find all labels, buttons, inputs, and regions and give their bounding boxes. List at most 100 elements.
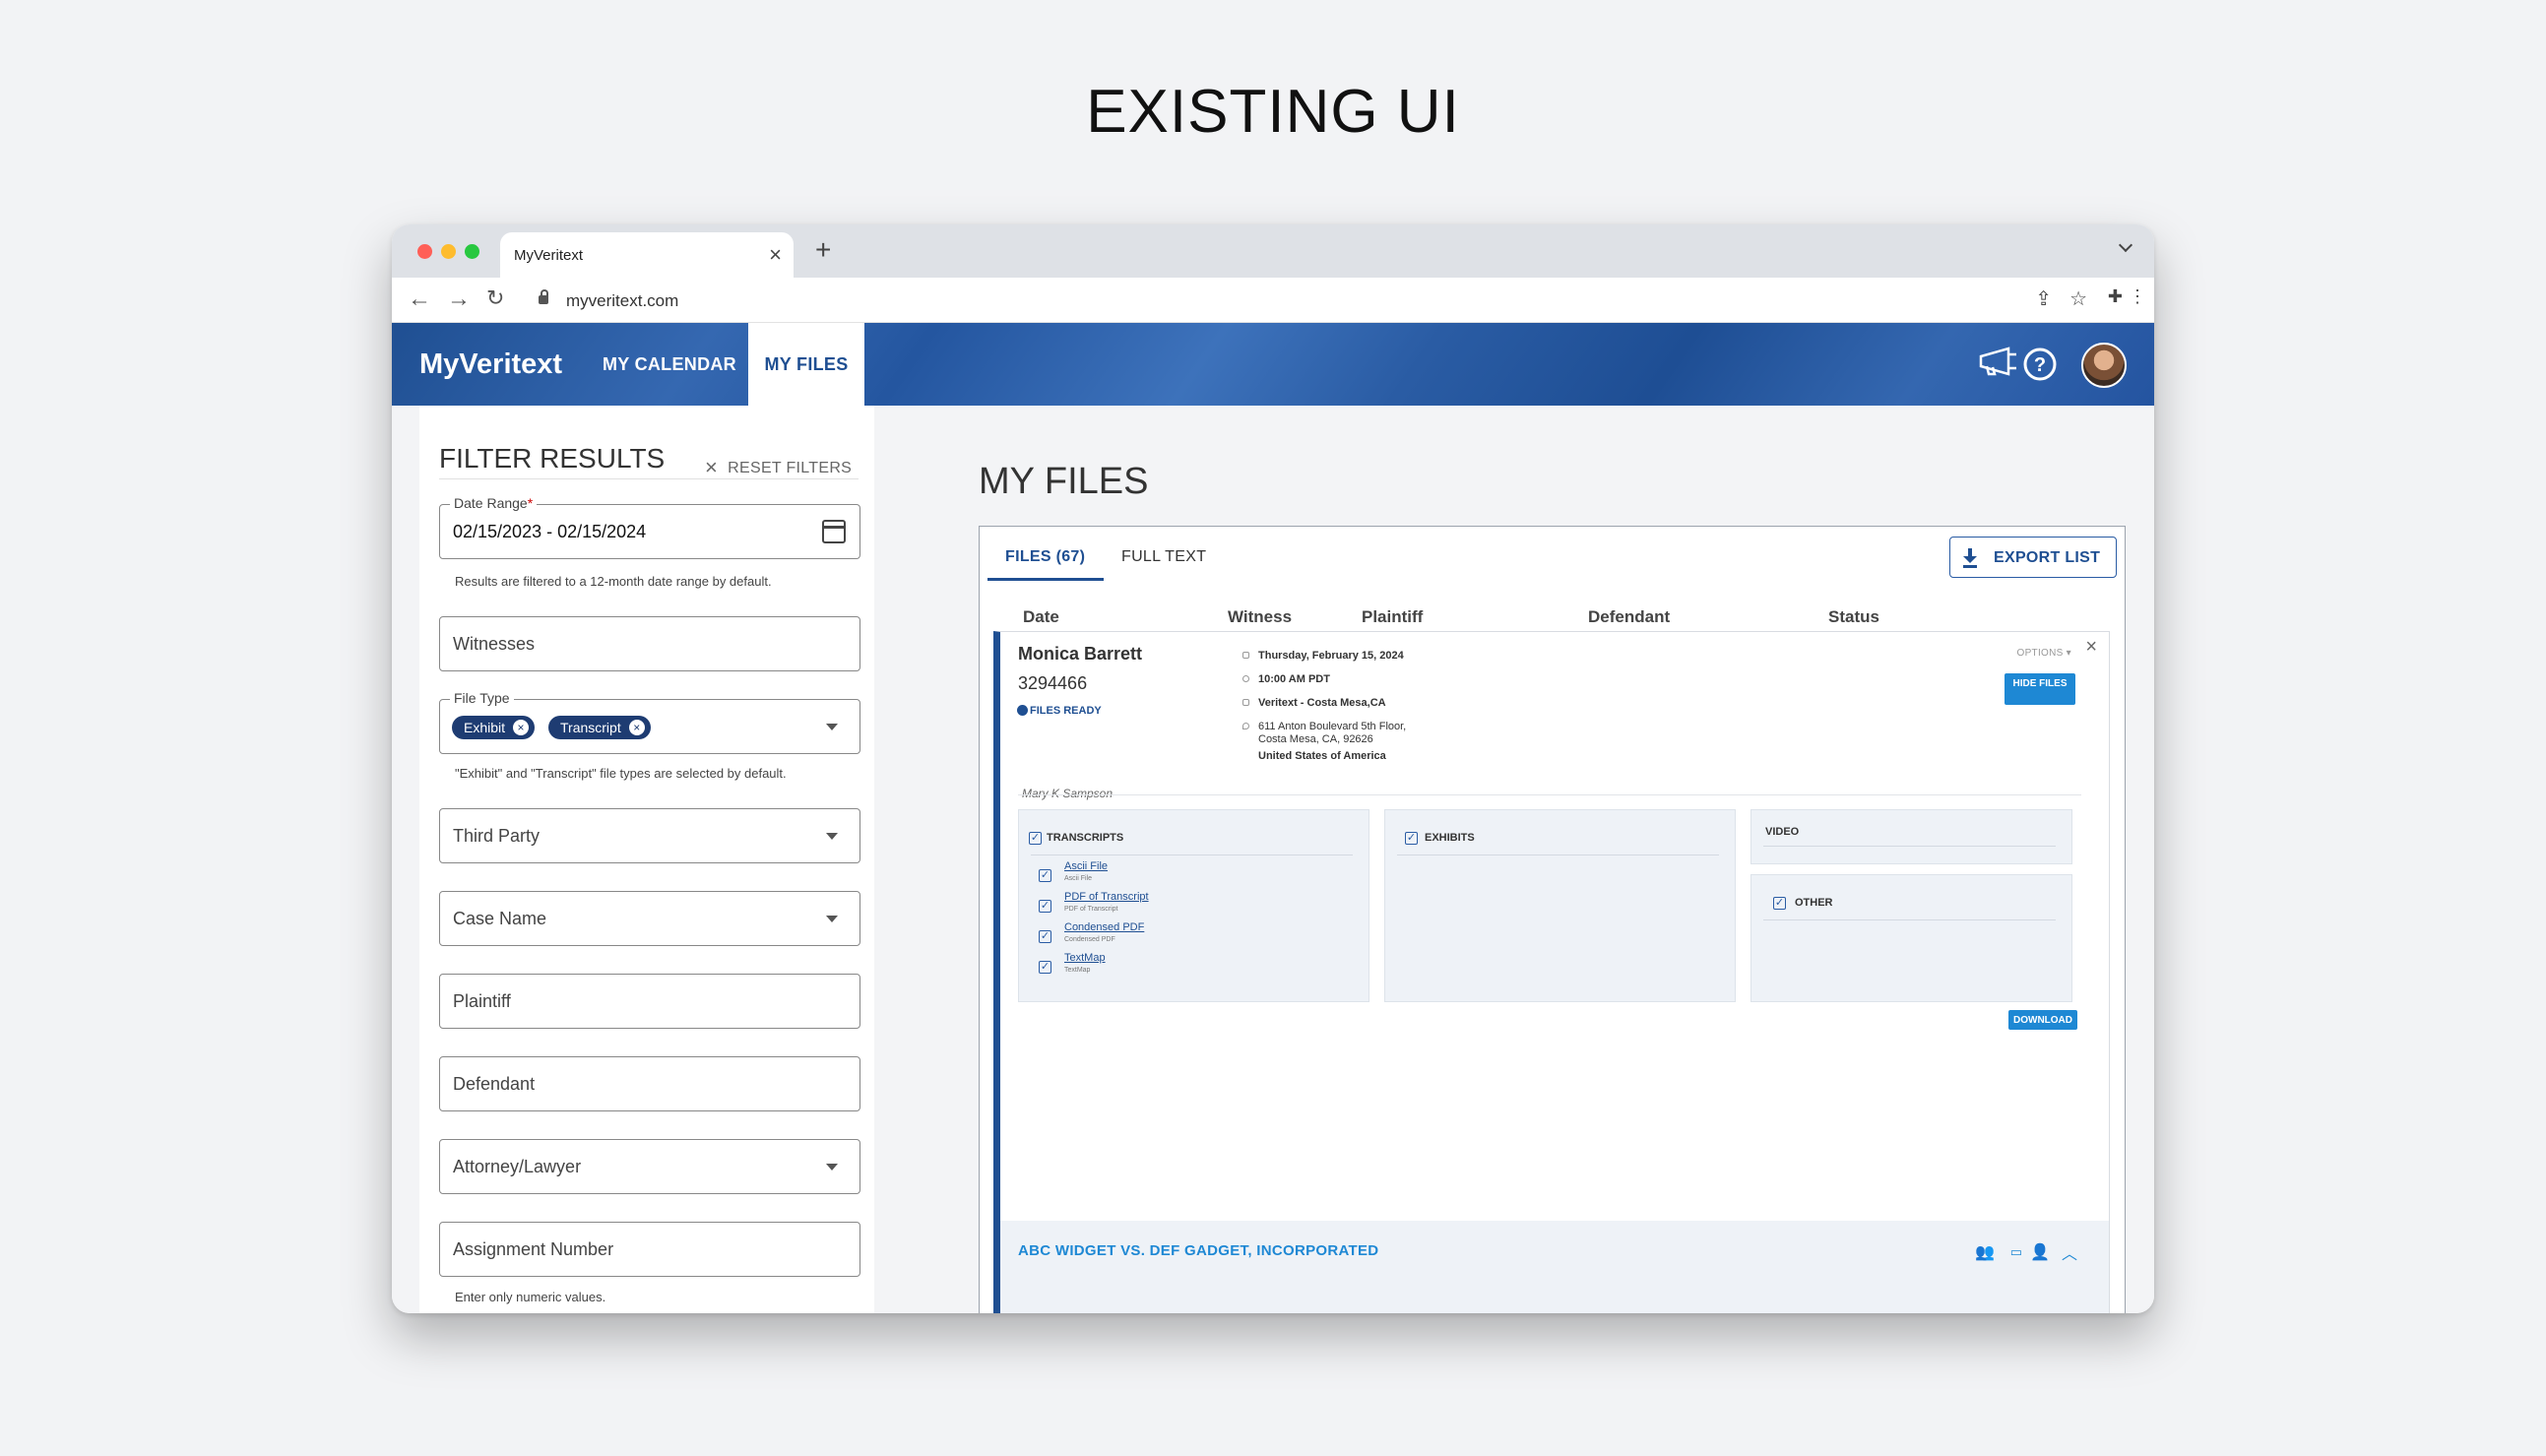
column-header-status[interactable]: Status bbox=[1828, 607, 1879, 627]
checkbox-ascii-file[interactable]: ✓ bbox=[1039, 869, 1051, 882]
record-number: 3294466 bbox=[1018, 673, 1088, 693]
file-sub-ascii: Ascii File bbox=[1064, 875, 1093, 882]
tab-search-chevron-icon[interactable] bbox=[2118, 237, 2133, 253]
download-button[interactable]: DOWNLOAD bbox=[2008, 1010, 2077, 1030]
box-divider bbox=[1763, 846, 2056, 847]
chip-remove-icon[interactable]: × bbox=[513, 720, 530, 735]
app-header: MyVeritext MY CALENDAR MY FILES ? bbox=[392, 323, 2154, 406]
filter-panel: FILTER RESULTS × RESET FILTERS Date Range… bbox=[419, 406, 874, 1313]
checkbox-other[interactable]: ✓ bbox=[1773, 897, 1786, 910]
tab-files[interactable]: FILES (67) bbox=[1005, 548, 1085, 566]
checkbox-pdf-transcript[interactable]: ✓ bbox=[1039, 900, 1051, 913]
nav-my-files[interactable]: MY FILES bbox=[748, 323, 864, 406]
page-heading: EXISTING UI bbox=[1086, 78, 1460, 146]
calendar-icon[interactable] bbox=[822, 520, 846, 543]
chevron-down-icon[interactable] bbox=[826, 916, 838, 922]
column-header-witness[interactable]: Witness bbox=[1228, 607, 1292, 627]
case-name-placeholder: Case Name bbox=[453, 909, 547, 928]
file-link-textmap[interactable]: TextMap bbox=[1064, 952, 1106, 964]
attorney-placeholder: Attorney/Lawyer bbox=[453, 1157, 582, 1176]
menu-dots-icon[interactable]: ⋮ bbox=[2129, 286, 2146, 307]
url-text: myveritext.com bbox=[566, 291, 679, 310]
case-name[interactable]: ABC WIDGET VS. DEF GADGET, INCORPORATED bbox=[1018, 1242, 1378, 1259]
extensions-icon[interactable]: ✚ bbox=[2108, 286, 2123, 307]
checkbox-transcripts[interactable]: ✓ bbox=[1029, 832, 1042, 845]
date-range-field[interactable]: Date Range* 02/15/2023 - 02/15/2024 bbox=[439, 495, 860, 559]
chip-transcript[interactable]: Transcript × bbox=[548, 716, 651, 739]
third-party-select[interactable]: Third Party bbox=[439, 808, 860, 863]
forward-icon[interactable]: → bbox=[447, 285, 471, 313]
chip-remove-icon[interactable]: × bbox=[628, 720, 645, 735]
file-sub-condensed: Condensed PDF bbox=[1064, 936, 1115, 943]
checkbox-exhibits[interactable]: ✓ bbox=[1405, 832, 1418, 845]
assignment-number-placeholder: Assignment Number bbox=[453, 1239, 614, 1259]
attorney-select[interactable]: Attorney/Lawyer bbox=[439, 1139, 860, 1194]
column-header-date[interactable]: Date bbox=[1023, 607, 1059, 627]
page-title: MY FILES bbox=[979, 461, 1149, 502]
share-icon[interactable]: ⇪ bbox=[2035, 286, 2052, 311]
record-location: Veritext - Costa Mesa,CA bbox=[1258, 697, 1386, 709]
options-menu[interactable]: OPTIONS ▾ bbox=[2016, 648, 2071, 659]
other-box: ✓ OTHER bbox=[1750, 874, 2072, 1002]
chevron-down-icon[interactable] bbox=[826, 833, 838, 840]
case-row[interactable]: ABC WIDGET VS. DEF GADGET, INCORPORATED … bbox=[1000, 1221, 2109, 1313]
filter-divider bbox=[439, 478, 859, 479]
column-header-defendant[interactable]: Defendant bbox=[1588, 607, 1670, 627]
video-icon[interactable]: ▭ bbox=[2010, 1244, 2022, 1260]
date-range-help: Results are filtered to a 12-month date … bbox=[455, 574, 772, 589]
close-window-button[interactable] bbox=[417, 244, 432, 259]
witness-name: Mary K Sampson bbox=[1022, 787, 1114, 800]
assignment-number-help: Enter only numeric values. bbox=[455, 1290, 606, 1304]
assignment-number-field[interactable]: Assignment Number bbox=[439, 1222, 860, 1277]
back-icon[interactable]: ← bbox=[408, 285, 431, 313]
browser-tab-strip: MyVeritext × + bbox=[392, 224, 2154, 278]
help-icon[interactable]: ? bbox=[2022, 347, 2058, 387]
chevron-up-icon[interactable]: ︿ bbox=[2062, 1240, 2077, 1264]
url-field[interactable]: myveritext.com bbox=[525, 284, 1805, 315]
calendar-icon bbox=[1242, 652, 1249, 659]
export-list-button[interactable]: EXPORT LIST bbox=[1949, 537, 2117, 578]
announcements-icon[interactable] bbox=[1979, 347, 2018, 383]
file-link-condensed[interactable]: Condensed PDF bbox=[1064, 921, 1144, 933]
people-icon[interactable]: 👥 bbox=[1975, 1242, 1995, 1262]
user-avatar[interactable] bbox=[2081, 343, 2127, 388]
tab-full-text[interactable]: FULL TEXT bbox=[1121, 548, 1206, 566]
close-icon[interactable]: × bbox=[2085, 636, 2097, 659]
brand-logo[interactable]: MyVeritext bbox=[419, 348, 562, 381]
exhibits-heading: EXHIBITS bbox=[1425, 832, 1475, 844]
plaintiff-field[interactable]: Plaintiff bbox=[439, 974, 860, 1029]
file-link-ascii[interactable]: Ascii File bbox=[1064, 860, 1108, 872]
person-icon[interactable]: 👤 bbox=[2030, 1242, 2050, 1262]
file-type-select[interactable]: File Type Exhibit × Transcript × bbox=[439, 690, 860, 754]
reload-icon[interactable]: ↻ bbox=[486, 285, 504, 311]
chevron-down-icon[interactable] bbox=[826, 724, 838, 730]
hide-files-button[interactable]: HIDE FILES bbox=[2005, 673, 2075, 705]
minimize-window-button[interactable] bbox=[441, 244, 456, 259]
nav-my-calendar[interactable]: MY CALENDAR bbox=[603, 323, 736, 406]
zoom-window-button[interactable] bbox=[465, 244, 479, 259]
clock-icon bbox=[1242, 675, 1249, 682]
case-name-select[interactable]: Case Name bbox=[439, 891, 860, 946]
file-sub-pdf: PDF of Transcript bbox=[1064, 906, 1118, 913]
witnesses-placeholder: Witnesses bbox=[453, 634, 536, 654]
file-record-card: Monica Barrett 3294466 FILES READY Thurs… bbox=[993, 631, 2110, 1313]
column-header-plaintiff[interactable]: Plaintiff bbox=[1362, 607, 1423, 627]
browser-tab[interactable]: MyVeritext × bbox=[500, 232, 794, 278]
bookmark-star-icon[interactable]: ☆ bbox=[2069, 286, 2087, 311]
chip-exhibit[interactable]: Exhibit × bbox=[452, 716, 536, 739]
tab-close-icon[interactable]: × bbox=[769, 242, 782, 268]
close-icon: × bbox=[705, 455, 719, 479]
witness-divider bbox=[1018, 794, 2081, 795]
checkbox-condensed-pdf[interactable]: ✓ bbox=[1039, 930, 1051, 943]
witnesses-field[interactable]: Witnesses bbox=[439, 616, 860, 671]
chevron-down-icon[interactable] bbox=[826, 1164, 838, 1171]
reset-filters-button[interactable]: × RESET FILTERS bbox=[705, 455, 852, 480]
record-name: Monica Barrett bbox=[1018, 644, 1143, 664]
new-tab-icon[interactable]: + bbox=[815, 234, 831, 266]
defendant-field[interactable]: Defendant bbox=[439, 1056, 860, 1111]
left-gutter bbox=[392, 406, 419, 1313]
other-heading: OTHER bbox=[1795, 897, 1833, 909]
file-link-pdf[interactable]: PDF of Transcript bbox=[1064, 891, 1149, 903]
video-heading: VIDEO bbox=[1765, 826, 1800, 838]
checkbox-textmap[interactable]: ✓ bbox=[1039, 961, 1051, 974]
